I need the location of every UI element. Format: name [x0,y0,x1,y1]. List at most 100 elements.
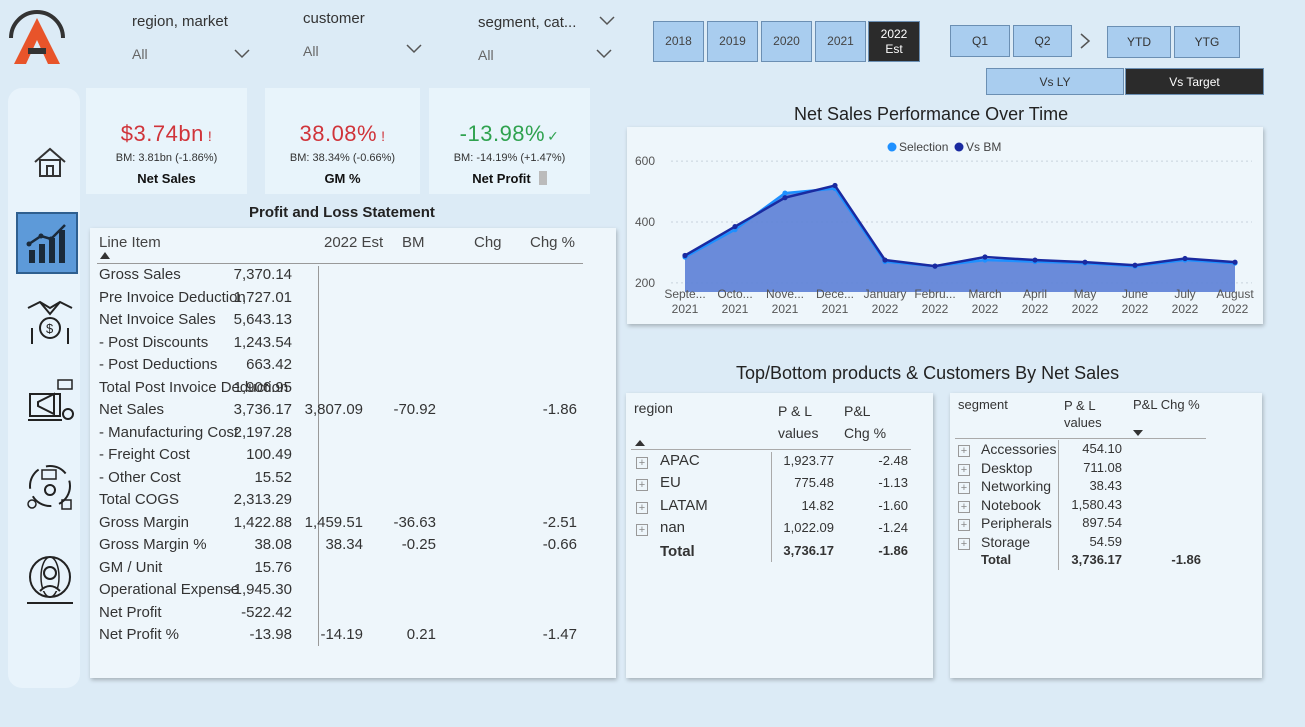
slicer-title: region, market [132,13,228,30]
logo-icon [8,8,66,66]
pl-cell-chg: -70.92 [393,401,436,418]
slicer-value: All [478,47,494,63]
expand-icon[interactable]: + [636,524,648,536]
region-value: 14.82 [801,498,834,513]
pl-row: Gross Sales 7,370.14 [99,266,589,289]
marketing-icon[interactable] [22,372,78,428]
segment-header[interactable]: segment [958,397,1008,412]
compare-button-vs-target[interactable]: Vs Target [1125,68,1264,95]
pl-header-est[interactable]: 2022 Est [324,234,383,251]
pl-cell-est: 15.52 [254,468,292,486]
legend-label-selection: Selection [899,140,948,154]
sort-asc-icon[interactable] [100,252,110,259]
x-tick-label: June [1122,287,1148,301]
quarter-button-q1[interactable]: Q1 [950,25,1010,57]
region-name: nan [660,519,686,536]
year-button-2018[interactable]: 2018 [653,21,704,62]
chevron-down-icon[interactable] [406,44,422,54]
expand-icon[interactable]: + [636,502,648,514]
legend-label-vs-bm: Vs BM [966,140,1001,154]
pl-cell-line-item: Gross Sales [99,266,181,283]
year-button-2021[interactable]: 2021 [815,21,866,62]
pl-cell-est: 7,370.14 [233,266,292,283]
expand-icon[interactable]: + [958,482,970,495]
pl-header-line-item[interactable]: Line Item [99,234,161,251]
pl-row: - Post Deductions 663.42 [99,356,589,379]
pl-cell-line-item: Pre Invoice Deduction [99,288,246,306]
pl-row: Total COGS 2,313.29 [99,491,589,514]
sales-icon[interactable]: $ [22,292,78,348]
region-name: APAC [660,452,700,469]
pl-cell-est: 1,727.01 [233,288,292,306]
pl-header-chg[interactable]: Chg [474,234,502,251]
expand-icon[interactable]: + [636,479,648,491]
home-icon[interactable] [22,134,78,190]
x-tick-label: March [968,287,1001,301]
region-chg-header[interactable]: P&L Chg % [844,400,896,444]
chevron-down-icon[interactable] [599,16,615,26]
performance-chart: 200 400 600 Septe... 2021 Octo... 2021 Nove... 2… [627,127,1263,324]
year-button-2020[interactable]: 2020 [761,21,812,62]
divider [631,449,911,450]
pl-cell-line-item: - Post Deductions [99,356,218,373]
pl-row: Pre Invoice Deduction 1,727.01 [99,289,589,312]
region-total-value: 3,736.17 [783,543,834,558]
region-header[interactable]: region [634,400,673,416]
year-button-2019[interactable]: 2019 [707,21,758,62]
slicer-segment[interactable]: segment, cat... All [478,14,598,63]
pl-cell-est: 5,643.13 [233,311,292,328]
y-tick-label: 200 [635,276,655,290]
supply-chain-icon[interactable] [22,458,78,514]
chevron-right-icon[interactable] [1078,32,1092,50]
pl-row: Total Post Invoice Deduction 1,906.95 [99,379,589,402]
legend-marker-vs-bm [954,142,964,152]
pl-cell-chg-pct: -2.51 [542,513,577,531]
expand-icon[interactable]: + [958,463,970,476]
compare-button-vs-ly[interactable]: Vs LY [986,68,1124,95]
pl-cell-line-item: - Manufacturing Cost [99,423,239,441]
expand-icon[interactable]: + [636,457,648,469]
x-tick-label: Octo... [717,287,752,301]
kpi-card-net-sales: $3.74bn! BM: 3.81bn (-1.86%) Net Sales [86,88,247,194]
expand-icon[interactable]: + [958,519,970,532]
x-tick-label-year: 2021 [772,302,799,316]
year-button-2022-est[interactable]: 2022 Est [868,21,920,62]
expand-icon[interactable]: + [958,500,970,513]
segment-chg-header[interactable]: P&L Chg % [1133,397,1200,412]
performance-chart-svg: 200400600Septe...2021Octo...2021Nove...2… [635,140,1254,316]
sort-asc-icon[interactable] [635,440,645,446]
pl-cell-line-item: Net Profit % [99,626,180,643]
pl-cell-chg: -36.63 [393,513,436,531]
sort-desc-icon[interactable] [1133,430,1143,436]
x-tick-label: Dece... [816,287,854,301]
pl-row: GM / Unit 15.76 [99,559,589,582]
region-chg: -1.24 [878,520,908,535]
pl-cell-est: 2,313.29 [233,491,292,508]
quarter-button-q2[interactable]: Q2 [1013,25,1072,57]
pl-cell-chg: -0.25 [401,536,436,553]
chevron-down-icon[interactable] [596,49,612,59]
x-tick-label-year: 2021 [672,302,699,316]
pl-row: - Freight Cost 100.49 [99,446,589,469]
pl-cell-est: 663.42 [246,356,292,373]
period-button-ytg[interactable]: YTG [1174,26,1240,58]
pl-header-bm[interactable]: BM [402,234,425,251]
slicer-customer[interactable]: customer All [303,10,423,59]
pl-row: - Manufacturing Cost 2,197.28 [99,424,589,447]
finance-icon[interactable] [16,212,78,274]
segment-value-header[interactable]: P & L values [1064,397,1106,431]
x-tick-label: Nove... [766,287,804,301]
executive-icon[interactable] [22,552,78,608]
area-selection [685,188,1235,292]
chevron-down-icon[interactable] [234,49,250,59]
period-button-ytd[interactable]: YTD [1107,26,1171,58]
pl-cell-est: 15.76 [254,558,292,576]
pl-header-chg-pct[interactable]: Chg % [530,234,575,251]
point-vs-bm [732,223,738,230]
expand-icon[interactable]: + [958,445,970,457]
sidebar-nav: $ [8,88,80,688]
expand-icon[interactable]: + [958,538,970,550]
segment-total-value: 3,736.17 [1071,552,1122,567]
pl-cell-line-item: Operational Expense [99,581,240,598]
region-value-header[interactable]: P & L values [778,400,826,444]
